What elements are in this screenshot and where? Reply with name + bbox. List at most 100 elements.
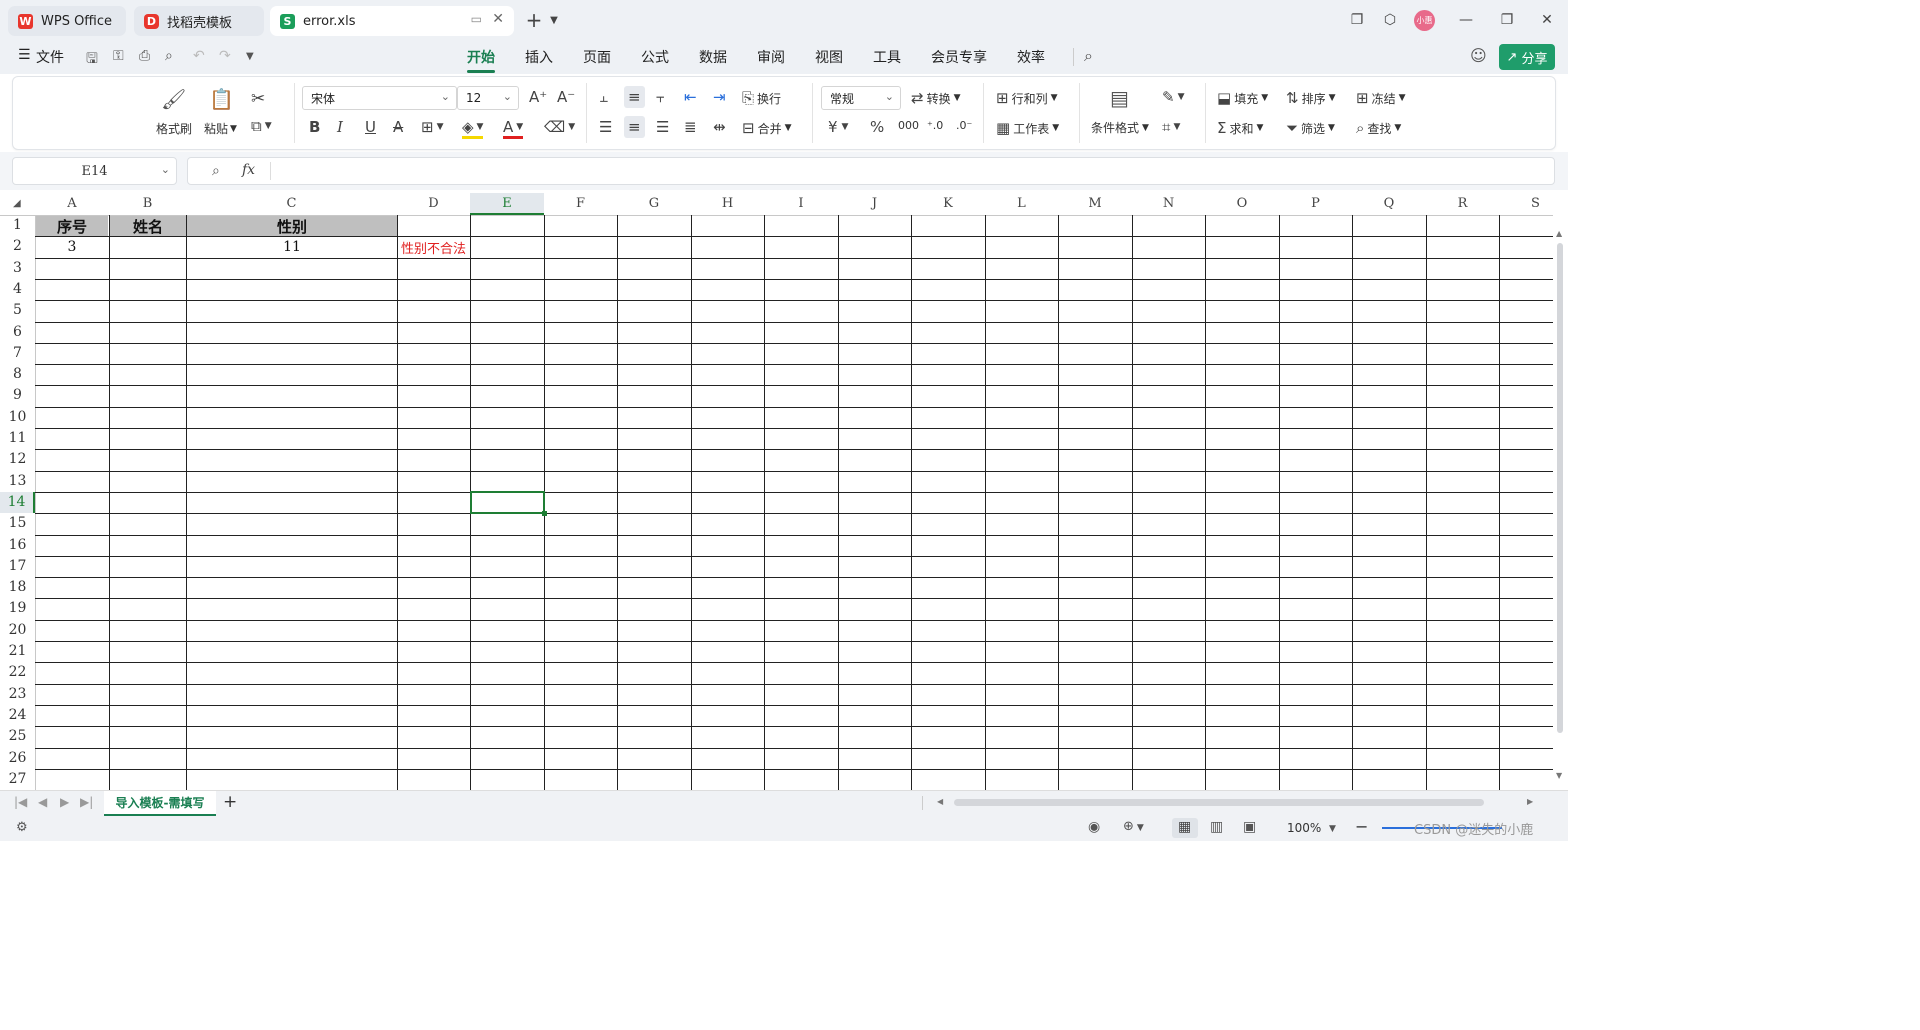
column-header-e[interactable]: E <box>470 193 544 215</box>
copy-icon[interactable]: ⧉ ▼ <box>251 117 272 135</box>
font-color-icon[interactable]: A ▼ <box>503 118 524 139</box>
formula-input[interactable]: ⌕ fx <box>187 157 1555 185</box>
format-painter-icon[interactable]: 🖌 <box>161 87 186 111</box>
select-all-corner[interactable]: ◢ <box>0 193 35 215</box>
fill-button[interactable]: ⬓ 填充 ▼ <box>1217 89 1268 107</box>
row-header-22[interactable]: 22 <box>0 662 35 683</box>
distribute-icon[interactable]: ⇹ <box>713 118 726 136</box>
freeze-button[interactable]: ⊞ 冻结 ▼ <box>1356 89 1406 107</box>
zoom-level[interactable]: 100% <box>1287 821 1321 835</box>
column-header-r[interactable]: R <box>1426 193 1499 215</box>
zoom-formula-icon[interactable]: ⌕ <box>212 163 220 179</box>
scroll-thumb[interactable] <box>1557 243 1563 733</box>
column-header-o[interactable]: O <box>1205 193 1279 215</box>
align-right-icon[interactable]: ☰ <box>656 118 669 136</box>
scroll-left-icon[interactable]: ◀ <box>937 797 943 806</box>
row-header-26[interactable]: 26 <box>0 748 35 769</box>
row-header-13[interactable]: 13 <box>0 471 35 492</box>
row-header-10[interactable]: 10 <box>0 407 35 428</box>
new-tab-icon[interactable]: + <box>524 8 544 32</box>
tab-error-xls[interactable]: S error.xls ▭ ✕ <box>270 6 514 36</box>
tab-view[interactable]: 视图 <box>815 47 843 67</box>
row-header-23[interactable]: 23 <box>0 684 35 705</box>
vertical-scrollbar[interactable]: ▲ ▼ <box>1553 215 1568 790</box>
font-name-select[interactable]: 宋体 ⌄ <box>302 86 457 110</box>
hamburger-icon[interactable]: ☰ <box>18 47 31 63</box>
row-header-20[interactable]: 20 <box>0 620 35 641</box>
column-header-g[interactable]: G <box>617 193 691 215</box>
fill-handle[interactable] <box>542 511 547 516</box>
sheet-tab-active[interactable]: 导入模板-需填写 <box>104 791 216 816</box>
underline-icon[interactable]: U <box>365 118 376 136</box>
column-header-q[interactable]: Q <box>1352 193 1426 215</box>
row-header-6[interactable]: 6 <box>0 322 35 343</box>
cell-d2-error[interactable]: 性别不合法 <box>398 237 478 257</box>
tab-review[interactable]: 审阅 <box>757 47 785 67</box>
prev-sheet-icon[interactable]: ◀ <box>38 795 47 809</box>
column-header-b[interactable]: B <box>109 193 186 215</box>
bold-icon[interactable]: B <box>309 118 320 136</box>
column-header-h[interactable]: H <box>691 193 764 215</box>
align-top-icon[interactable]: ⫠ <box>599 88 608 106</box>
last-sheet-icon[interactable]: ▶| <box>80 795 93 809</box>
fill-color-icon[interactable]: ◈ ▼ <box>462 118 484 139</box>
column-header-n[interactable]: N <box>1132 193 1205 215</box>
increase-indent-icon[interactable]: ⇥ <box>713 88 726 106</box>
header-cell-gender[interactable]: 性别 <box>187 216 397 236</box>
close-tab-icon[interactable]: ✕ <box>492 11 504 27</box>
row-header-14[interactable]: 14 <box>0 491 35 514</box>
row-header-7[interactable]: 7 <box>0 343 35 364</box>
scroll-up-icon[interactable]: ▲ <box>1556 229 1562 238</box>
paste-icon[interactable]: 📋 <box>209 87 234 111</box>
column-header-k[interactable]: K <box>911 193 985 215</box>
tab-data[interactable]: 数据 <box>699 47 727 67</box>
row-header-19[interactable]: 19 <box>0 598 35 619</box>
align-bottom-icon[interactable]: ⫟ <box>656 88 665 106</box>
eraser-icon[interactable]: ⌫ ▼ <box>544 118 575 136</box>
border-icon[interactable]: ⊞ ▼ <box>421 118 444 136</box>
row-header-25[interactable]: 25 <box>0 726 35 747</box>
format-painter-button[interactable]: 格式刷 <box>156 120 192 137</box>
align-middle-icon[interactable]: ≡ <box>624 86 645 108</box>
search-icon[interactable]: ⌕ <box>1084 46 1093 66</box>
find-button[interactable]: ⌕ 查找 ▼ <box>1356 119 1401 137</box>
redo-icon[interactable]: ↷ <box>219 48 231 64</box>
decrease-font-icon[interactable]: A⁻ <box>557 88 575 106</box>
row-header-2[interactable]: 2 <box>0 236 35 257</box>
chat-icon[interactable]: ☺ <box>1470 46 1487 65</box>
tab-docer-templates[interactable]: D 找稻壳模板 <box>134 6 264 36</box>
tab-member[interactable]: 会员专享 <box>931 47 987 67</box>
header-cell-name[interactable]: 姓名 <box>110 216 186 236</box>
first-sheet-icon[interactable]: |◀ <box>14 795 27 809</box>
scroll-down-icon[interactable]: ▼ <box>1556 771 1562 780</box>
column-header-l[interactable]: L <box>985 193 1058 215</box>
tab-insert[interactable]: 插入 <box>525 47 553 67</box>
sum-button[interactable]: Σ 求和 ▼ <box>1217 119 1263 137</box>
window-restore-icon[interactable]: ❐ <box>1347 10 1367 30</box>
eye-protection-icon[interactable]: ◉ <box>1088 819 1100 835</box>
column-header-m[interactable]: M <box>1058 193 1132 215</box>
cell-b2[interactable] <box>110 237 186 257</box>
reading-view-icon[interactable]: ▣ <box>1243 819 1256 835</box>
row-header-17[interactable]: 17 <box>0 556 35 577</box>
decrease-decimal-icon[interactable]: .0⁻ <box>956 119 972 132</box>
macro-icon[interactable]: ⚙ <box>16 820 28 835</box>
column-header-p[interactable]: P <box>1279 193 1352 215</box>
spreadsheet-grid[interactable]: ◢ ABCDEFGHIJKLMNOPQRS 1 2 3 4 5 6 7 8 9 10 11 12 13 1… <box>0 193 1553 790</box>
chevron-down-icon[interactable]: ▼ <box>544 10 564 30</box>
fx-icon[interactable]: fx <box>242 162 255 178</box>
wrap-text-button[interactable]: ⎘ 换行 <box>742 89 781 107</box>
align-center-icon[interactable]: ≡ <box>624 116 645 138</box>
page-break-view-icon[interactable]: ▥ <box>1210 819 1223 835</box>
column-header-i[interactable]: I <box>764 193 838 215</box>
row-header-18[interactable]: 18 <box>0 577 35 598</box>
row-header-5[interactable]: 5 <box>0 300 35 321</box>
column-header-s[interactable]: S <box>1499 193 1553 215</box>
print-preview-icon[interactable]: ⌕ <box>165 48 173 64</box>
row-header-24[interactable]: 24 <box>0 705 35 726</box>
add-sheet-icon[interactable]: + <box>223 792 237 812</box>
cut-icon[interactable]: ✂ <box>251 89 265 109</box>
row-col-button[interactable]: ⊞ 行和列 ▼ <box>996 89 1058 107</box>
scroll-right-icon[interactable]: ▶ <box>1527 797 1533 806</box>
avatar[interactable]: 小惠 <box>1414 10 1435 31</box>
